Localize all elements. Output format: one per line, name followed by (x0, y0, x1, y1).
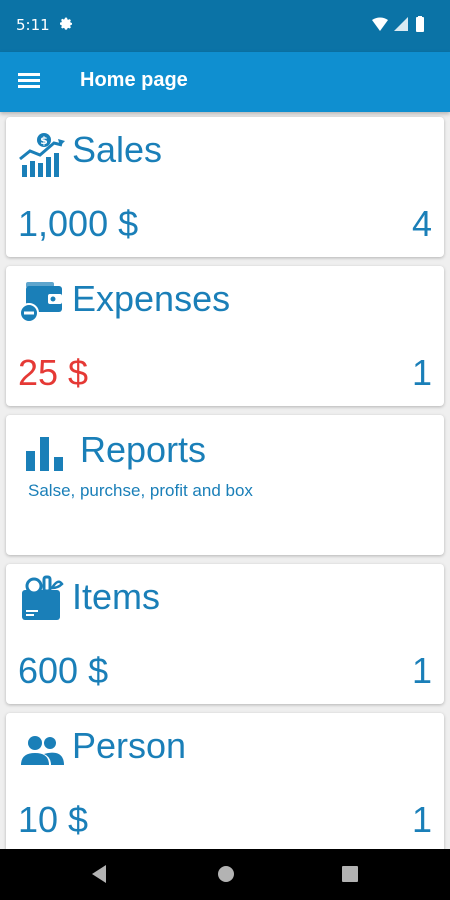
cell-signal-icon (394, 17, 408, 31)
status-bar: 5:11 (0, 0, 450, 52)
reports-subtitle: Salse, purchse, profit and box (28, 481, 253, 500)
hamburger-icon (18, 73, 40, 76)
sales-chart-icon: $ (19, 133, 65, 177)
items-title: Items (72, 576, 161, 617)
expenses-card[interactable]: Expenses 25 $ 1 (6, 266, 444, 406)
items-amount: 600 $ (18, 650, 109, 691)
expenses-amount: 25 $ (18, 352, 89, 393)
wifi-icon (372, 17, 388, 31)
expenses-count: 1 (411, 352, 432, 393)
sales-amount: 1,000 $ (18, 203, 139, 244)
settings-gear-icon (60, 17, 72, 30)
reports-title: Reports (80, 429, 207, 470)
bar-chart-icon (26, 437, 63, 471)
back-icon[interactable] (90, 863, 110, 885)
person-count: 1 (411, 799, 432, 840)
page-title: Home page (80, 69, 188, 91)
menu-button[interactable] (18, 70, 44, 94)
person-title: Person (72, 725, 187, 766)
wallet-icon (19, 282, 62, 323)
status-time: 5:11 (16, 16, 50, 34)
person-amount: 10 $ (18, 799, 89, 840)
items-card[interactable]: Items 600 $ 1 (6, 564, 444, 704)
sales-count: 4 (411, 203, 432, 244)
dashboard-list[interactable]: $ Sales 1,000 $ 4 Expenses 25 $ 1 Report… (0, 112, 450, 849)
items-count: 1 (411, 650, 432, 691)
expenses-title: Expenses (72, 278, 231, 319)
status-indicators (370, 16, 434, 38)
people-icon (21, 736, 64, 765)
recents-icon[interactable] (340, 863, 360, 885)
home-icon[interactable] (215, 863, 237, 885)
svg-text:$: $ (40, 134, 48, 147)
app-bar: Home page (0, 52, 450, 112)
grocery-bag-icon (22, 575, 64, 620)
sales-card[interactable]: $ Sales 1,000 $ 4 (6, 117, 444, 257)
person-card[interactable]: Person 10 $ 1 (6, 713, 444, 849)
battery-icon (416, 17, 424, 32)
system-nav-bar (0, 849, 450, 900)
sales-title: Sales (72, 129, 163, 170)
reports-card[interactable]: Reports Salse, purchse, profit and box (6, 415, 444, 555)
